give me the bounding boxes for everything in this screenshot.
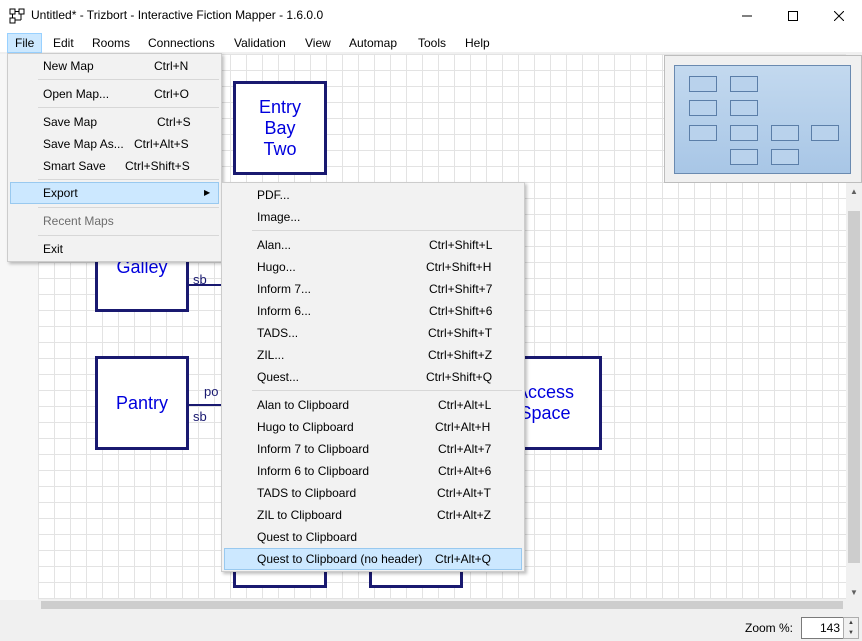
menu-separator — [252, 390, 522, 391]
minimap-room — [689, 125, 717, 141]
room-name: Pantry — [115, 392, 169, 413]
zoom-input[interactable]: 143 — [801, 617, 845, 639]
menu-item-quest-clipboard[interactable]: Quest to Clipboard — [224, 526, 522, 548]
menu-item-new-map[interactable]: New Map Ctrl+N — [10, 55, 219, 77]
horizontal-scroll-thumb[interactable] — [41, 601, 843, 609]
minimap-room — [689, 76, 717, 92]
menu-item-export-image[interactable]: Image... — [224, 206, 522, 228]
menu-rooms[interactable]: Rooms — [85, 33, 137, 53]
close-icon — [834, 10, 844, 21]
connection-label: sb — [193, 272, 207, 287]
menu-item-recent-maps: Recent Maps — [43, 214, 114, 228]
menu-automap[interactable]: Automap — [342, 33, 404, 53]
minimap-room — [689, 100, 717, 116]
menu-separator — [38, 179, 219, 180]
menu-item-exit[interactable]: Exit — [10, 238, 219, 260]
menu-item-tads-clipboard[interactable]: TADS to Clipboard Ctrl+Alt+T — [224, 482, 522, 504]
title-bar: Untitled* - Trizbort - Interactive Ficti… — [0, 0, 862, 31]
menu-item-save-map-as[interactable]: Save Map As... Ctrl+Alt+S — [10, 133, 219, 155]
menu-separator — [38, 107, 219, 108]
maximize-button[interactable] — [770, 0, 816, 31]
file-menu-dropdown: New Map Ctrl+N Open Map... Ctrl+O Save M… — [7, 53, 222, 262]
room-name: Entry Bay Two — [258, 96, 301, 159]
minimap-room — [730, 125, 758, 141]
menu-item-inform6-clipboard[interactable]: Inform 6 to Clipboard Ctrl+Alt+6 — [224, 460, 522, 482]
chevron-up-icon[interactable]: ▲ — [844, 618, 858, 628]
menu-separator — [38, 79, 219, 80]
menu-item-alan-clipboard[interactable]: Alan to Clipboard Ctrl+Alt+L — [224, 394, 522, 416]
menu-edit[interactable]: Edit — [46, 33, 81, 53]
status-bar: Zoom %: 143 ▲ ▼ — [0, 613, 862, 641]
menu-tools[interactable]: Tools — [411, 33, 453, 53]
menu-separator — [252, 230, 522, 231]
menu-item-export-hugo[interactable]: Hugo... Ctrl+Shift+H — [224, 256, 522, 278]
menu-item-export-pdf[interactable]: PDF... — [224, 184, 522, 206]
minimap-room — [730, 100, 758, 116]
menu-bar: File Edit Rooms Connections Validation V… — [0, 31, 862, 53]
menu-item-zil-clipboard[interactable]: ZIL to Clipboard Ctrl+Alt+Z — [224, 504, 522, 526]
connection-label: po — [204, 384, 219, 399]
menu-item-inform7-clipboard[interactable]: Inform 7 to Clipboard Ctrl+Alt+7 — [224, 438, 522, 460]
zoom-stepper[interactable]: ▲ ▼ — [843, 617, 859, 639]
menu-item-export-tads[interactable]: TADS... Ctrl+Shift+T — [224, 322, 522, 344]
scroll-up-icon[interactable]: ▲ — [846, 183, 862, 199]
minimap-room — [730, 149, 758, 165]
minimap-panel[interactable] — [664, 55, 862, 183]
menu-item-quest-clipboard-no-header[interactable]: Quest to Clipboard (no header) Ctrl+Alt+… — [224, 548, 522, 570]
window-title: Untitled* - Trizbort - Interactive Ficti… — [31, 8, 324, 22]
zoom-value: 143 — [819, 621, 840, 635]
minimap-room — [730, 76, 758, 92]
horizontal-scrollbar[interactable] — [38, 599, 846, 611]
minimap-view[interactable] — [674, 65, 851, 174]
maximize-icon — [788, 10, 798, 21]
minimize-button[interactable] — [724, 0, 770, 31]
export-submenu: PDF... Image... Alan... Ctrl+Shift+L Hug… — [221, 182, 525, 572]
menu-item-export-alan[interactable]: Alan... Ctrl+Shift+L — [224, 234, 522, 256]
menu-item-export-inform7[interactable]: Inform 7... Ctrl+Shift+7 — [224, 278, 522, 300]
minimap-room — [771, 125, 799, 141]
minimize-icon — [742, 15, 752, 16]
menu-item-export-zil[interactable]: ZIL... Ctrl+Shift+Z — [224, 344, 522, 366]
menu-separator — [38, 207, 219, 208]
menu-separator — [38, 235, 219, 236]
minimap-room — [771, 149, 799, 165]
menu-item-export-inform6[interactable]: Inform 6... Ctrl+Shift+6 — [224, 300, 522, 322]
menu-item-export-quest[interactable]: Quest... Ctrl+Shift+Q — [224, 366, 522, 388]
menu-connections[interactable]: Connections — [141, 33, 222, 53]
connection-label: sb — [193, 409, 207, 424]
menu-item-export[interactable]: Export ▶ — [10, 182, 219, 204]
minimap-room — [811, 125, 839, 141]
close-button[interactable] — [816, 0, 862, 31]
scroll-down-icon[interactable]: ▼ — [846, 584, 862, 600]
menu-item-save-map[interactable]: Save Map Ctrl+S — [10, 111, 219, 133]
menu-view[interactable]: View — [298, 33, 338, 53]
room-entry-bay-two[interactable]: Entry Bay Two — [233, 81, 327, 175]
menu-item-hugo-clipboard[interactable]: Hugo to Clipboard Ctrl+Alt+H — [224, 416, 522, 438]
menu-item-smart-save[interactable]: Smart Save Ctrl+Shift+S — [10, 155, 219, 177]
chevron-down-icon[interactable]: ▼ — [844, 628, 858, 638]
vertical-scroll-thumb[interactable] — [848, 211, 860, 563]
vertical-scrollbar[interactable]: ▲ ▼ — [846, 183, 862, 600]
room-pantry[interactable]: Pantry — [95, 356, 189, 450]
chevron-right-icon: ▶ — [204, 188, 211, 197]
menu-file[interactable]: File — [7, 33, 43, 53]
zoom-label: Zoom %: — [745, 621, 794, 635]
menu-help[interactable]: Help — [458, 33, 497, 53]
trizbort-map-icon — [9, 8, 25, 24]
menu-item-open-map[interactable]: Open Map... Ctrl+O — [10, 83, 219, 105]
menu-validation[interactable]: Validation — [227, 33, 293, 53]
